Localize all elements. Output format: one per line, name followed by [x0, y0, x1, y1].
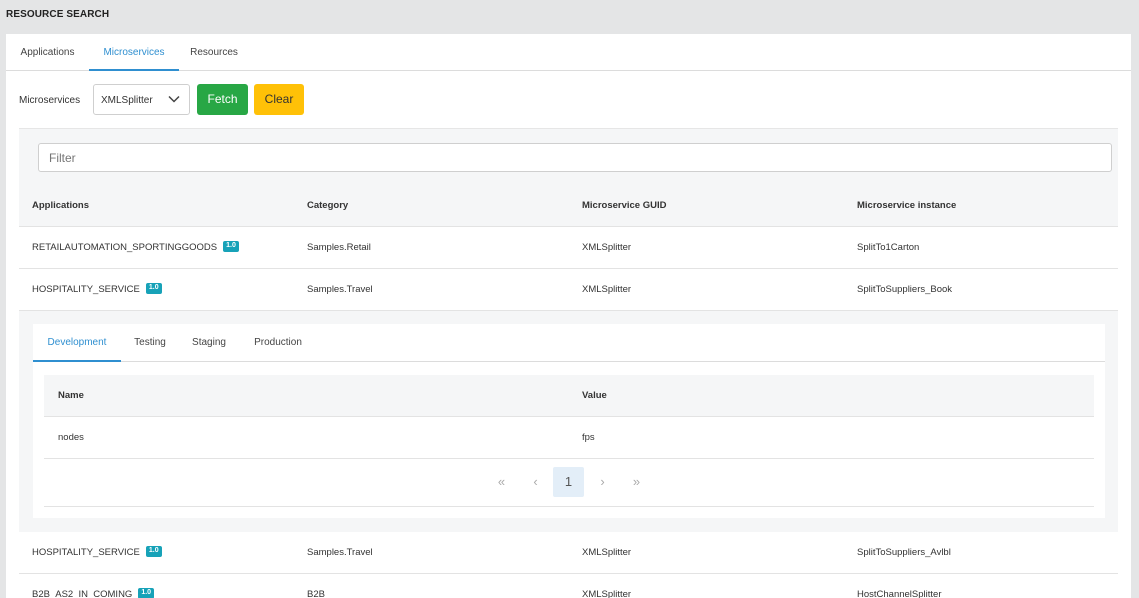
next-page-button[interactable]: ›: [587, 467, 618, 497]
instance-cell: HostChannelSplitter: [857, 589, 942, 598]
tab-microservices[interactable]: Microservices: [89, 34, 179, 71]
app-name: HOSPITALITY_SERVICE: [32, 284, 140, 295]
row-detail-panel: Development Testing Staging Production N…: [33, 324, 1105, 518]
category-cell: Samples.Travel: [307, 547, 373, 558]
version-badge: 1.0: [145, 545, 162, 557]
version-badge: 1.0: [223, 240, 239, 252]
table-row[interactable]: HOSPITALITY_SERVICE 1.0 Samples.Travel XM…: [19, 532, 1118, 574]
category-cell: B2B: [307, 589, 325, 598]
header-name: Name: [58, 390, 84, 401]
filter-input[interactable]: [38, 143, 1112, 172]
chevron-down-icon: [168, 95, 180, 103]
results-section: Applications Category Microservice GUID …: [19, 128, 1118, 598]
tab-staging[interactable]: Staging: [179, 324, 239, 362]
instance-cell: SplitTo1Carton: [857, 242, 920, 253]
table-row[interactable]: B2B_AS2_IN_COMING 1.0 B2B XMLSplitter Hos…: [19, 574, 1118, 598]
page-title: RESOURCE SEARCH: [6, 9, 110, 20]
header-guid: Microservice GUID: [582, 200, 667, 211]
environment-tabs: Development Testing Staging Production: [33, 324, 1105, 362]
tab-production[interactable]: Production: [239, 324, 317, 362]
app-name: B2B_AS2_IN_COMING: [32, 589, 133, 598]
header-instance: Microservice instance: [857, 200, 957, 211]
property-name: nodes: [58, 432, 84, 443]
prev-page-button[interactable]: ‹: [520, 467, 551, 497]
guid-cell: XMLSplitter: [582, 547, 632, 558]
first-page-button[interactable]: «: [486, 467, 517, 497]
version-badge: 1.0: [145, 282, 162, 294]
table-header: Applications Category Microservice GUID …: [19, 185, 1118, 227]
table-row[interactable]: HOSPITALITY_SERVICE 1.0 Samples.Travel XM…: [19, 269, 1118, 311]
header-category: Category: [307, 200, 349, 211]
category-cell: Samples.Retail: [307, 242, 371, 253]
tab-applications[interactable]: Applications: [6, 34, 89, 71]
page-1-button[interactable]: 1: [553, 467, 584, 497]
app-cell: HOSPITALITY_SERVICE 1.0: [32, 532, 162, 574]
app-name: RETAILAUTOMATION_SPORTINGGOODS: [32, 242, 218, 253]
resource-search-panel: Applications Microservices Resources Mic…: [6, 34, 1131, 598]
main-tabs: Applications Microservices Resources: [6, 34, 1131, 71]
app-name: HOSPITALITY_SERVICE: [32, 547, 140, 558]
tab-testing[interactable]: Testing: [121, 324, 179, 362]
table-row[interactable]: RETAILAUTOMATION_SPORTINGGOODS 1.0 Sample…: [19, 227, 1118, 269]
instance-cell: SplitToSuppliers_Book: [857, 284, 953, 295]
instance-cell: SplitToSuppliers_Avlbl: [857, 547, 951, 558]
clear-button[interactable]: Clear: [254, 84, 304, 115]
tab-resources[interactable]: Resources: [179, 34, 249, 71]
property-row: nodes fps: [44, 417, 1094, 459]
app-cell: B2B_AS2_IN_COMING 1.0: [32, 574, 155, 598]
category-cell: Samples.Travel: [307, 284, 373, 295]
tab-development[interactable]: Development: [33, 324, 121, 362]
guid-cell: XMLSplitter: [582, 284, 632, 295]
guid-cell: XMLSplitter: [582, 589, 632, 598]
last-page-button[interactable]: »: [621, 467, 652, 497]
guid-cell: XMLSplitter: [582, 242, 632, 253]
microservice-select-value: XMLSplitter: [101, 95, 153, 106]
properties-header: Name Value: [44, 375, 1094, 417]
version-badge: 1.0: [138, 587, 155, 598]
fetch-button[interactable]: Fetch: [197, 84, 248, 115]
property-value: fps: [582, 432, 595, 443]
pagination: « ‹ 1 › »: [44, 459, 1094, 507]
app-cell: HOSPITALITY_SERVICE 1.0: [32, 269, 162, 311]
header-applications: Applications: [32, 200, 90, 211]
header-value: Value: [582, 390, 607, 401]
microservices-label: Microservices: [19, 95, 81, 106]
app-cell: RETAILAUTOMATION_SPORTINGGOODS 1.0: [32, 227, 239, 269]
microservice-select[interactable]: XMLSplitter: [93, 84, 190, 115]
